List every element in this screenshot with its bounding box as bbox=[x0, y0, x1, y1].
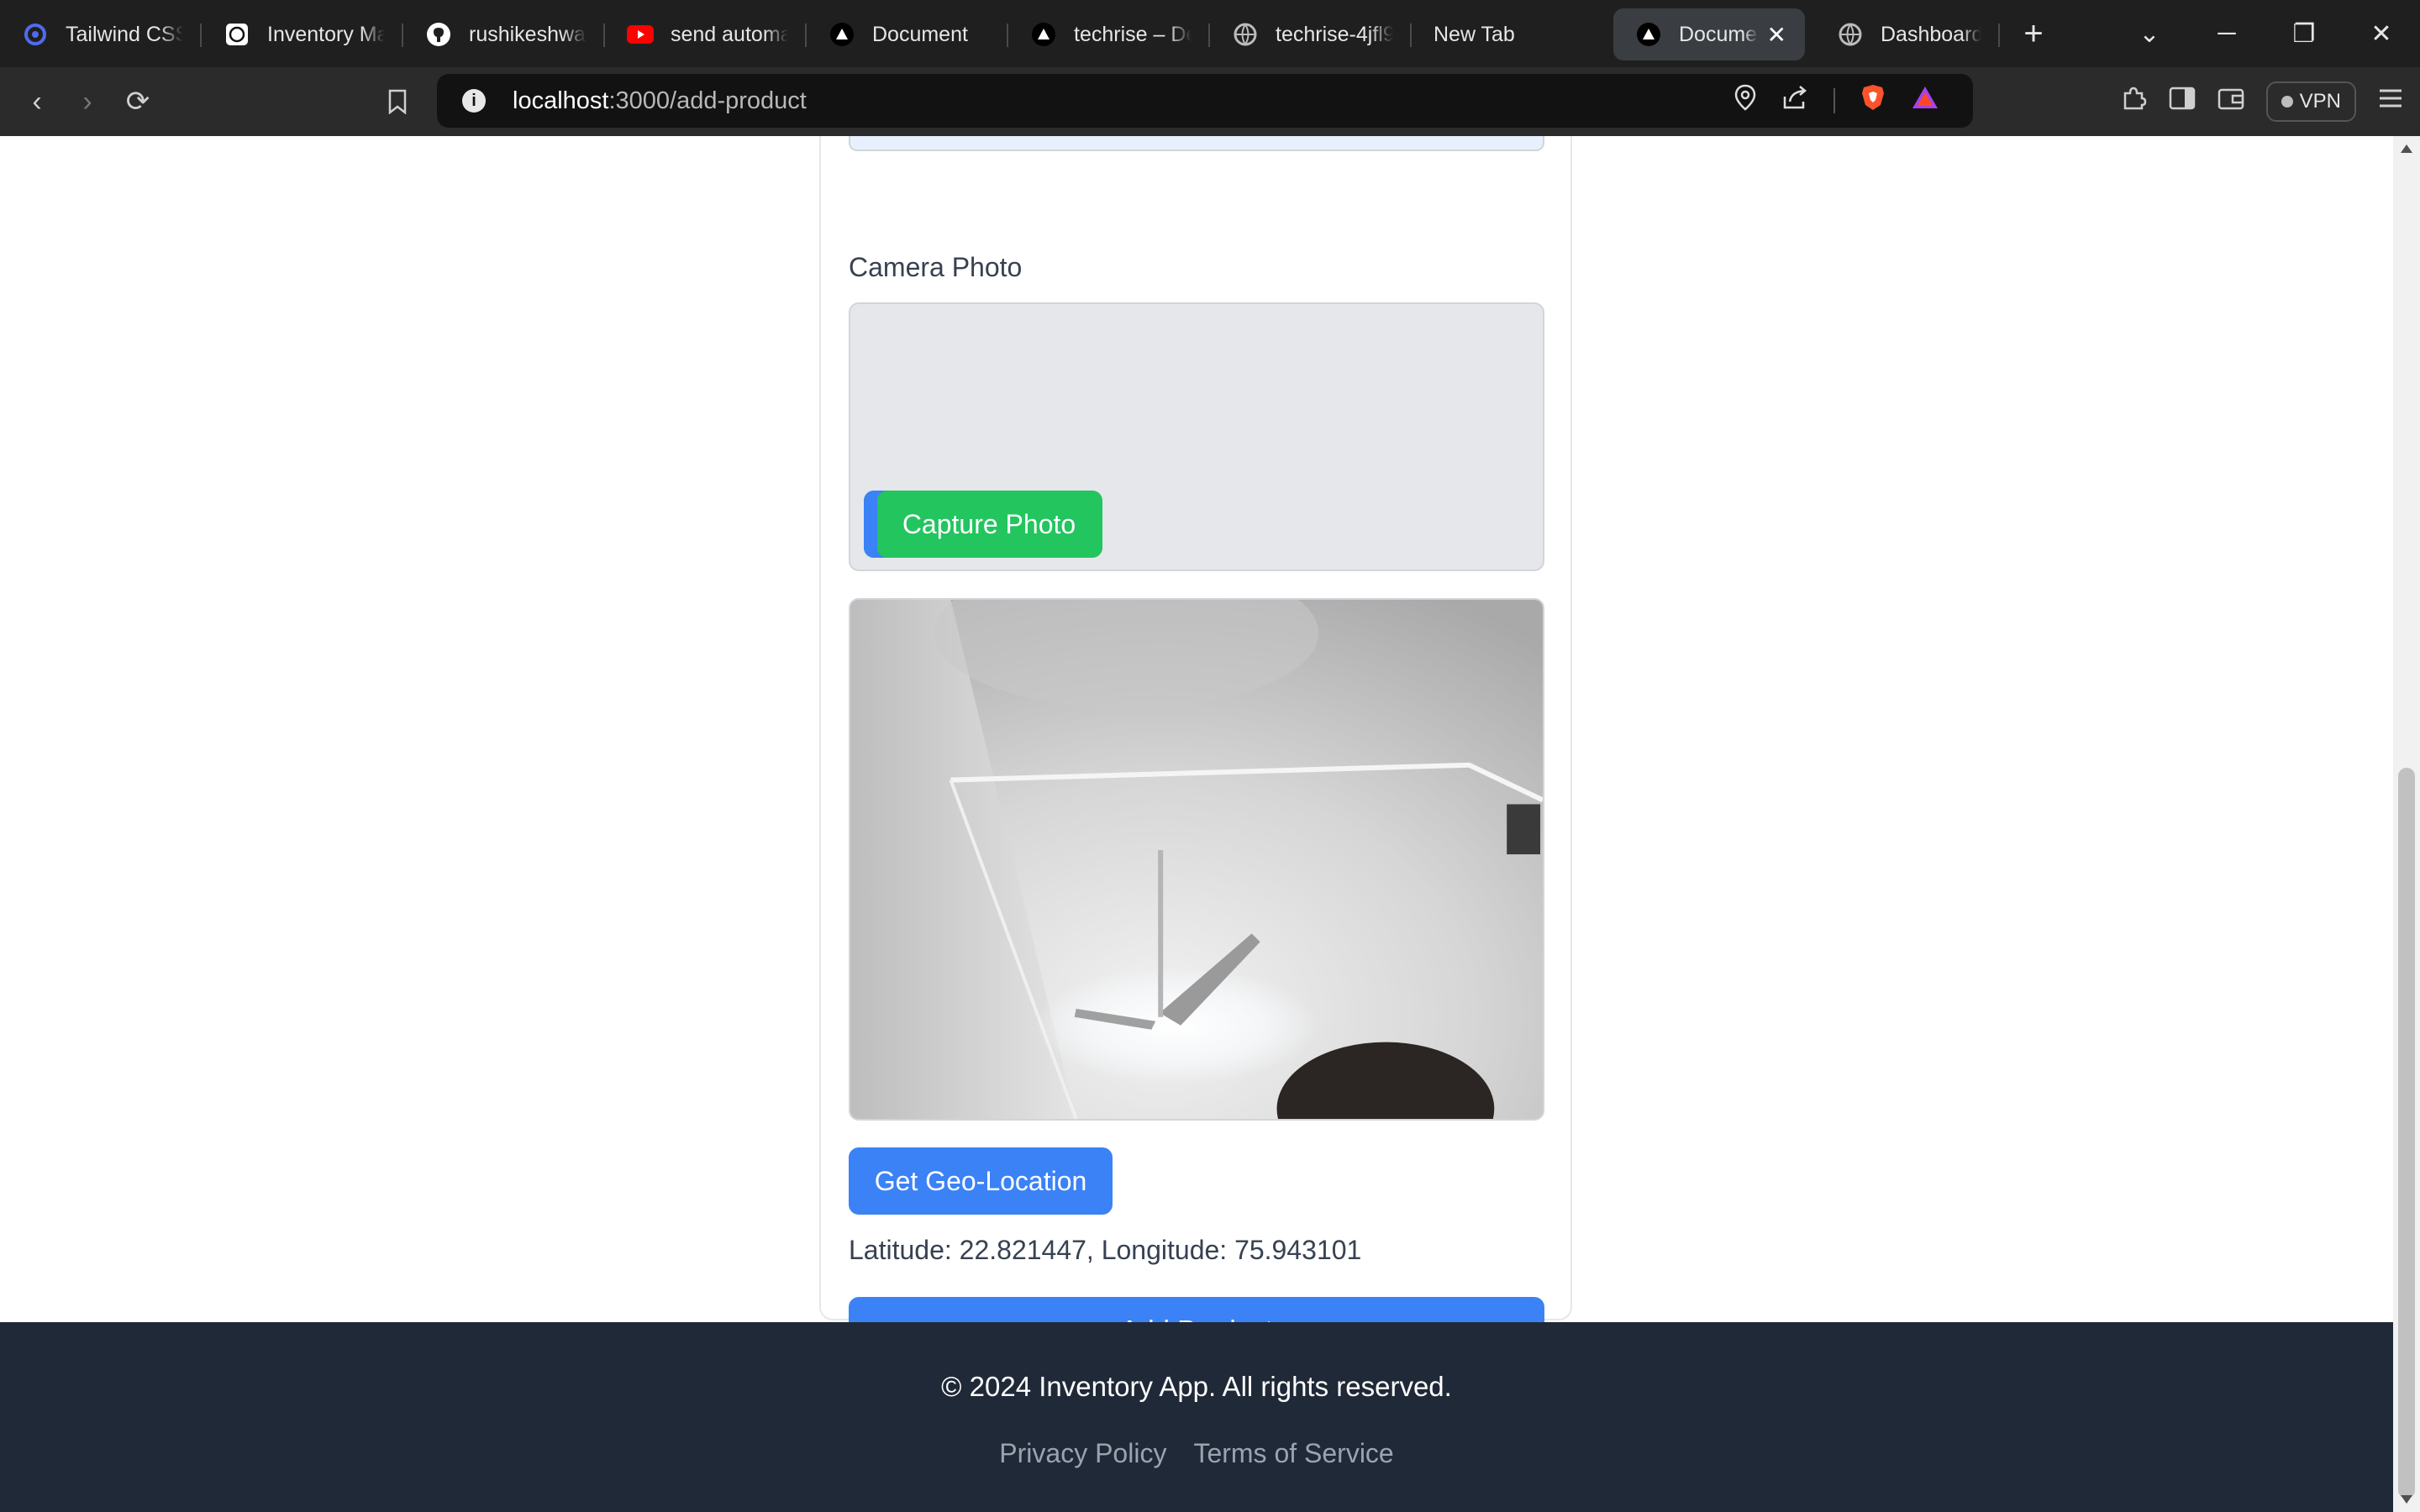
tab-title: techrise – De bbox=[1074, 22, 1192, 46]
menu-icon[interactable] bbox=[2378, 87, 2403, 116]
footer-links: Privacy Policy Terms of Service bbox=[0, 1438, 2393, 1469]
captured-photo bbox=[849, 598, 1544, 1121]
tab-new-tab[interactable]: New Tab bbox=[1412, 8, 1613, 60]
close-icon[interactable]: ✕ bbox=[1767, 21, 1786, 49]
tab-inventory[interactable]: Inventory Ma bbox=[202, 8, 403, 60]
brave-rewards-icon[interactable] bbox=[1911, 85, 1939, 117]
vercel-icon bbox=[1635, 21, 1662, 48]
vpn-status-icon bbox=[2281, 96, 2293, 108]
browser-toolbar: ‹ › ⟳ i localhost:3000/add-product VPN bbox=[0, 67, 2420, 136]
scroll-thumb[interactable] bbox=[2398, 768, 2415, 1499]
back-icon[interactable]: ‹ bbox=[12, 76, 62, 127]
tab-title: techrise-4jfl9 bbox=[1276, 22, 1393, 46]
youtube-icon bbox=[627, 21, 654, 48]
openai-icon bbox=[224, 21, 250, 48]
get-geolocation-button[interactable]: Get Geo-Location bbox=[849, 1147, 1113, 1215]
privacy-policy-link[interactable]: Privacy Policy bbox=[999, 1438, 1166, 1469]
sidebar-icon[interactable] bbox=[2169, 86, 2196, 118]
github-icon bbox=[425, 21, 452, 48]
vercel-icon bbox=[829, 21, 855, 48]
page-scrollbar[interactable] bbox=[2393, 136, 2420, 1512]
tab-search-chevron-icon[interactable]: ⌄ bbox=[2111, 0, 2188, 67]
coordinates-text: Latitude: 22.821447, Longitude: 75.94310… bbox=[849, 1235, 1362, 1265]
scroll-down-arrow-icon[interactable] bbox=[2401, 1495, 2412, 1504]
location-pin-icon[interactable] bbox=[1734, 84, 1756, 118]
tab-document[interactable]: Document bbox=[807, 8, 1008, 60]
tailwind-icon bbox=[22, 21, 49, 48]
new-tab-button[interactable]: + bbox=[2000, 8, 2067, 60]
add-product-form: Camera Photo Capture Photo Get Geo-Locat… bbox=[819, 136, 1572, 1364]
vercel-icon bbox=[1030, 21, 1057, 48]
footer: © 2024 Inventory App. All rights reserve… bbox=[0, 1322, 2393, 1512]
minimize-icon[interactable]: ─ bbox=[2188, 0, 2265, 67]
terms-of-service-link[interactable]: Terms of Service bbox=[1193, 1438, 1393, 1469]
tab-active-document[interactable]: Documen ✕ bbox=[1613, 8, 1805, 60]
wallet-icon[interactable] bbox=[2217, 86, 2244, 118]
url-path: :3000/add-product bbox=[608, 87, 807, 114]
extensions-icon[interactable] bbox=[2120, 85, 2147, 118]
tab-title: Dashboard - bbox=[1881, 22, 1981, 46]
close-window-icon[interactable]: ✕ bbox=[2343, 0, 2420, 67]
tab-youtube[interactable]: send automa bbox=[605, 8, 807, 60]
capture-photo-button[interactable]: Capture Photo bbox=[864, 491, 1102, 558]
page-viewport: Camera Photo Capture Photo Get Geo-Locat… bbox=[0, 136, 2393, 1512]
camera-photo-label: Camera Photo bbox=[849, 252, 1023, 282]
vpn-label: VPN bbox=[2299, 90, 2341, 113]
tab-title: New Tab bbox=[1434, 22, 1515, 46]
vpn-button[interactable]: VPN bbox=[2265, 81, 2356, 122]
globe-icon bbox=[1232, 21, 1259, 48]
tab-title: Tailwind CSS bbox=[66, 22, 183, 46]
tab-techrise[interactable]: techrise – De bbox=[1008, 8, 1210, 60]
tab-title: Document bbox=[872, 22, 968, 46]
tab-github[interactable]: rushikeshway bbox=[403, 8, 605, 60]
brave-shields-icon[interactable] bbox=[1860, 83, 1886, 118]
bookmark-icon[interactable] bbox=[372, 76, 423, 127]
tab-title: send automa bbox=[671, 22, 788, 46]
url-host: localhost bbox=[513, 87, 609, 114]
site-info-icon[interactable]: i bbox=[462, 89, 486, 113]
address-bar[interactable]: i localhost:3000/add-product bbox=[437, 74, 1973, 128]
captured-photo-image bbox=[850, 600, 1543, 1119]
scroll-up-arrow-icon[interactable] bbox=[2401, 144, 2412, 153]
share-icon[interactable] bbox=[1781, 85, 1808, 117]
tab-title: Inventory Ma bbox=[267, 22, 385, 46]
forward-icon[interactable]: › bbox=[62, 76, 113, 127]
previous-field-input[interactable] bbox=[849, 136, 1544, 151]
restore-icon[interactable]: ❐ bbox=[2265, 0, 2343, 67]
tab-title: Documen bbox=[1679, 22, 1759, 46]
reload-icon[interactable]: ⟳ bbox=[113, 76, 163, 127]
copyright-text: © 2024 Inventory App. All rights reserve… bbox=[941, 1371, 1452, 1402]
tab-dashboard[interactable]: Dashboard - bbox=[1815, 8, 2000, 60]
tab-techrise-deploy[interactable]: techrise-4jfl9 bbox=[1210, 8, 1412, 60]
camera-preview: Capture Photo bbox=[849, 302, 1544, 571]
tab-tailwind[interactable]: Tailwind CSS bbox=[0, 8, 202, 60]
divider bbox=[1833, 88, 1835, 113]
window-controls: ⌄ ─ ❐ ✕ bbox=[2111, 0, 2420, 67]
tab-title: rushikeshway bbox=[469, 22, 587, 46]
tab-bar: Tailwind CSS Inventory Ma rushikeshway s… bbox=[0, 0, 2420, 67]
globe-icon bbox=[1837, 21, 1864, 48]
